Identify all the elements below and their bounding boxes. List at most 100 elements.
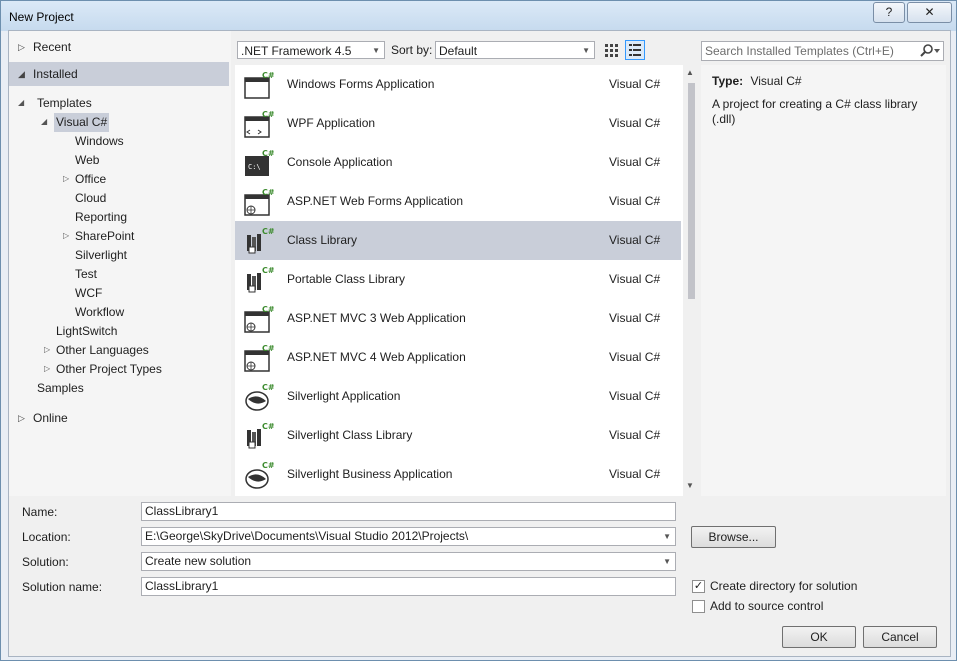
chevron-down-icon: ▼ xyxy=(372,46,380,55)
tree-other-languages[interactable]: Other Languages xyxy=(54,341,151,360)
name-label: Name: xyxy=(22,505,58,519)
template-row[interactable]: C# Silverlight Application Visual C# xyxy=(235,377,681,416)
svg-text:C#: C# xyxy=(262,149,274,158)
tree-item-office[interactable]: Office xyxy=(73,170,108,189)
template-name: Portable Class Library xyxy=(287,272,406,286)
tree-item-web[interactable]: Web xyxy=(73,151,101,170)
template-row[interactable]: C# Silverlight Business Application Visual… xyxy=(235,455,681,494)
tree-item-windows[interactable]: Windows xyxy=(73,132,126,151)
list-scrollbar[interactable]: ▲ ▼ xyxy=(683,65,699,496)
scrollbar-thumb[interactable] xyxy=(688,83,695,299)
tree-other-project-types[interactable]: Other Project Types xyxy=(54,360,164,379)
template-name: Silverlight Application xyxy=(287,389,401,403)
tree-visual-csharp[interactable]: Visual C# xyxy=(54,113,110,132)
sort-select[interactable]: Default ▼ xyxy=(435,41,595,59)
title-bar: New Project ? ✕ xyxy=(1,1,956,31)
grid-view-icon xyxy=(605,44,618,57)
template-row[interactable]: C# Windows Forms Application Visual C# xyxy=(235,65,681,104)
name-input[interactable]: ClassLibrary1 xyxy=(141,502,676,521)
console-icon: C:\ C# xyxy=(244,147,275,178)
expand-icon[interactable]: ▷ xyxy=(44,345,50,354)
scroll-down-icon[interactable]: ▼ xyxy=(686,481,694,490)
search-templates-input[interactable]: Search Installed Templates (Ctrl+E) xyxy=(701,41,944,61)
nav-online[interactable]: ▷ Online xyxy=(9,406,229,430)
list-view-button[interactable] xyxy=(625,40,645,60)
template-language: Visual C# xyxy=(609,233,661,247)
browse-button[interactable]: Browse... xyxy=(691,526,776,548)
svg-text:C#: C# xyxy=(262,344,274,353)
create-directory-checkbox[interactable]: ✓ xyxy=(692,580,705,593)
template-row[interactable]: C# ASP.NET MVC 3 Web Application Visual C# xyxy=(235,299,681,338)
create-directory-label: Create directory for solution xyxy=(710,579,858,593)
template-name: ASP.NET MVC 4 Web Application xyxy=(287,350,466,364)
tree-templates[interactable]: Templates xyxy=(35,94,94,113)
framework-select[interactable]: .NET Framework 4.5 ▼ xyxy=(237,41,385,59)
template-row[interactable]: C# Class Library Visual C# xyxy=(235,221,681,260)
close-icon: ✕ xyxy=(924,5,935,19)
location-label: Location: xyxy=(22,530,71,544)
template-row[interactable]: C:\ C# Console Application Visual C# xyxy=(235,143,681,182)
template-info-pane: Type: Visual C# A project for creating a… xyxy=(701,65,946,496)
template-name: Silverlight Business Application xyxy=(287,467,453,481)
silverlight-icon: C# xyxy=(244,381,275,412)
chevron-down-icon: ▼ xyxy=(663,532,671,541)
tree-item-test[interactable]: Test xyxy=(73,265,99,284)
nav-installed[interactable]: ◢ Installed xyxy=(9,62,229,86)
nav-recent[interactable]: ▷ Recent xyxy=(9,35,229,59)
chevron-down-icon: ▼ xyxy=(663,557,671,566)
template-nav: ▷ Recent ◢ Installed ◢ Templates ◢ Visua… xyxy=(9,31,231,496)
tree-item-sharepoint[interactable]: SharePoint xyxy=(73,227,136,246)
expand-icon: ▷ xyxy=(18,42,25,52)
expand-icon: ▷ xyxy=(18,413,25,423)
medium-icons-view-button[interactable] xyxy=(601,40,621,60)
template-name: WPF Application xyxy=(287,116,376,130)
svg-text:C#: C# xyxy=(262,71,274,80)
template-name: Silverlight Class Library xyxy=(287,428,413,442)
svg-text:C#: C# xyxy=(262,188,274,197)
template-row[interactable]: C# ASP.NET Web Forms Application Visual C# xyxy=(235,182,681,221)
solution-name-input[interactable]: ClassLibrary1 xyxy=(141,577,676,596)
list-view-icon xyxy=(629,44,641,56)
help-button[interactable]: ? xyxy=(873,2,905,23)
tree-item-reporting[interactable]: Reporting xyxy=(73,208,129,227)
template-description: A project for creating a C# class librar… xyxy=(712,97,918,126)
template-name: ASP.NET MVC 3 Web Application xyxy=(287,311,466,325)
sort-label: Sort by: xyxy=(391,43,433,57)
search-icon[interactable] xyxy=(919,43,941,59)
svg-text:C#: C# xyxy=(262,305,274,314)
expand-icon[interactable]: ▷ xyxy=(44,364,50,373)
template-row[interactable]: C# ASP.NET MVC 4 Web Application Visual C# xyxy=(235,338,681,377)
solution-select[interactable]: Create new solution ▼ xyxy=(141,552,676,571)
dialog-client: ▷ Recent ◢ Installed ◢ Templates ◢ Visua… xyxy=(8,30,951,657)
location-combo[interactable]: E:\George\SkyDrive\Documents\Visual Stud… xyxy=(141,527,676,546)
scroll-up-icon[interactable]: ▲ xyxy=(686,68,694,77)
tree-lightswitch[interactable]: LightSwitch xyxy=(54,322,119,341)
source-control-checkbox[interactable] xyxy=(692,600,705,613)
template-row[interactable]: C# Silverlight Class Library Visual C# xyxy=(235,416,681,455)
wpf-icon: C# xyxy=(244,108,275,139)
template-row[interactable]: C# WPF Application Visual C# xyxy=(235,104,681,143)
expand-icon[interactable]: ▷ xyxy=(63,231,69,240)
collapse-icon: ◢ xyxy=(18,69,25,79)
template-name: Windows Forms Application xyxy=(287,77,435,91)
tree-item-workflow[interactable]: Workflow xyxy=(73,303,126,322)
template-language: Visual C# xyxy=(609,77,661,91)
template-language: Visual C# xyxy=(609,116,661,130)
template-language: Visual C# xyxy=(609,428,661,442)
tree-item-cloud[interactable]: Cloud xyxy=(73,189,108,208)
template-language: Visual C# xyxy=(609,467,661,481)
template-language: Visual C# xyxy=(609,194,661,208)
collapse-icon[interactable]: ◢ xyxy=(18,98,24,107)
tree-item-wcf[interactable]: WCF xyxy=(73,284,104,303)
cancel-button[interactable]: Cancel xyxy=(863,626,937,648)
tree-samples[interactable]: Samples xyxy=(35,379,86,398)
svg-text:C#: C# xyxy=(262,383,274,392)
tree-item-silverlight[interactable]: Silverlight xyxy=(73,246,129,265)
svg-text:C#: C# xyxy=(262,461,274,470)
collapse-icon[interactable]: ◢ xyxy=(41,117,47,126)
close-button[interactable]: ✕ xyxy=(907,2,952,23)
expand-icon[interactable]: ▷ xyxy=(63,174,69,183)
solution-name-label: Solution name: xyxy=(22,580,103,594)
ok-button[interactable]: OK xyxy=(782,626,856,648)
template-row[interactable]: C# Portable Class Library Visual C# xyxy=(235,260,681,299)
